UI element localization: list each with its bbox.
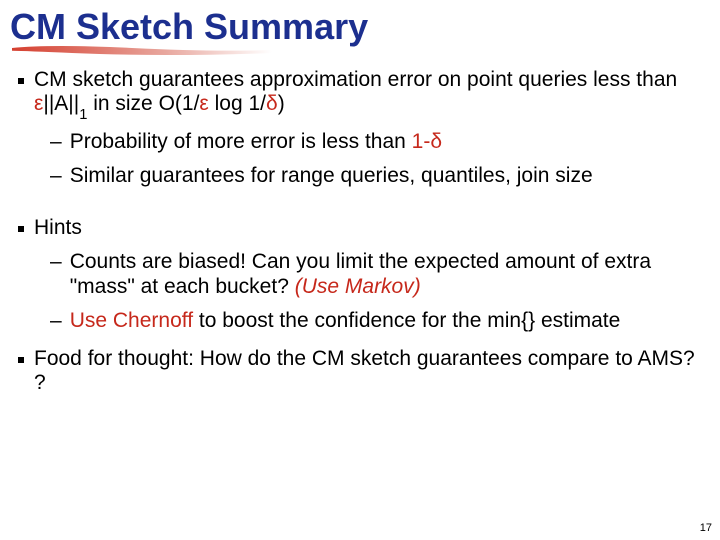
subbullet-biased: – Counts are biased! Can you limit the e… — [50, 250, 710, 298]
subbullet-similar-text: Similar guarantees for range queries, qu… — [70, 164, 593, 188]
one-minus-delta: 1-δ — [412, 130, 442, 153]
subbullet-chernoff: – Use Chernoff to boost the confidence f… — [50, 309, 710, 333]
page-title: CM Sketch Summary — [10, 8, 710, 46]
content-area: CM sketch guarantees approximation error… — [10, 68, 710, 395]
dash-icon: – — [50, 164, 62, 188]
text-fragment: ||A|| — [43, 92, 79, 115]
epsilon-symbol: ε — [199, 92, 208, 115]
title-underline-icon — [12, 44, 272, 58]
markov-hint: (Use Markov) — [295, 275, 421, 298]
subbullet-similar-guarantees: – Similar guarantees for range queries, … — [50, 164, 710, 188]
delta-symbol: δ — [266, 92, 278, 115]
epsilon-symbol: ε — [34, 92, 43, 115]
bullet-dot-icon — [18, 78, 24, 84]
bullet-food-for-thought: Food for thought: How do the CM sketch g… — [18, 347, 710, 395]
text-fragment: CM sketch guarantees approximation error… — [34, 68, 677, 91]
bullet-dot-icon — [18, 357, 24, 363]
bullet-hints-text: Hints — [34, 216, 82, 240]
subscript-one: 1 — [79, 107, 87, 123]
text-fragment: ) — [278, 92, 285, 115]
bullet-food-text: Food for thought: How do the CM sketch g… — [34, 347, 710, 395]
bullet-guarantee-text: CM sketch guarantees approximation error… — [34, 68, 710, 120]
title-block: CM Sketch Summary — [10, 8, 710, 58]
chernoff-hint: Use Chernoff — [70, 309, 193, 332]
dash-icon: – — [50, 309, 62, 333]
bullet-hints: Hints — [18, 216, 710, 240]
text-fragment: in size O(1/ — [87, 92, 199, 115]
bullet-guarantee: CM sketch guarantees approximation error… — [18, 68, 710, 120]
subbullet-probability-text: Probability of more error is less than 1… — [70, 130, 442, 154]
text-fragment: log 1/ — [209, 92, 266, 115]
text-fragment: Probability of more error is less than — [70, 130, 412, 153]
dash-icon: – — [50, 250, 62, 298]
dash-icon: – — [50, 130, 62, 154]
page-number: 17 — [700, 522, 712, 534]
slide: CM Sketch Summary CM sketch guarantees a… — [0, 0, 720, 540]
text-fragment: to boost the confidence for the min{} es… — [193, 309, 620, 332]
bullet-dot-icon — [18, 226, 24, 232]
subbullet-biased-text: Counts are biased! Can you limit the exp… — [70, 250, 710, 298]
subbullet-probability: – Probability of more error is less than… — [50, 130, 710, 154]
subbullet-chernoff-text: Use Chernoff to boost the confidence for… — [70, 309, 621, 333]
spacer — [10, 188, 710, 206]
